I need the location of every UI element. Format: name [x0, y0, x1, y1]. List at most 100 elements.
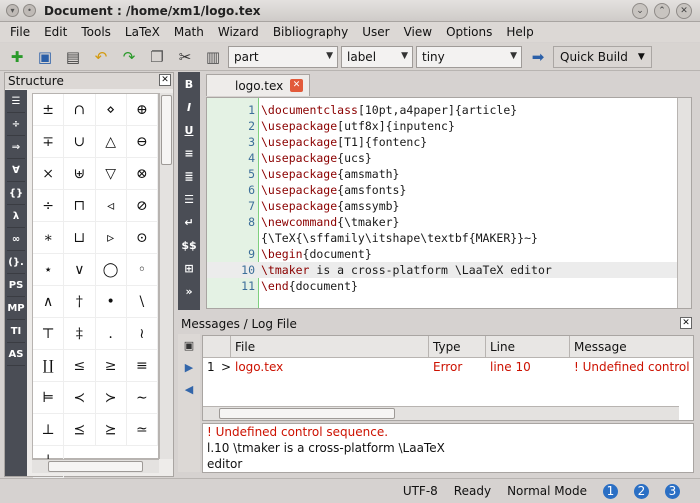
symbol-cell[interactable]: ◃ — [95, 190, 127, 222]
symbol-hscrollbar[interactable] — [32, 459, 159, 473]
symbol-cell[interactable]: • — [95, 286, 127, 318]
close-icon[interactable]: ✕ — [159, 74, 171, 86]
sectioning-combo[interactable]: part ▼ — [228, 45, 338, 68]
table-hscrollbar[interactable] — [203, 406, 679, 420]
symbol-cell[interactable]: ÷ — [33, 190, 65, 222]
code-line[interactable]: 7 \usepackage{amssymb} — [207, 198, 691, 214]
symbol-cell[interactable]: ⪯ — [64, 414, 96, 446]
code-line[interactable]: 8 \newcommand{\tmaker} — [207, 214, 691, 230]
run-arrow-icon[interactable]: ➡ — [525, 45, 551, 69]
log-view-icon[interactable]: ▣ — [178, 334, 200, 356]
symbol-cell[interactable]: ≀ — [126, 318, 158, 350]
code-line[interactable]: 4 \usepackage{ucs} — [207, 150, 691, 166]
code-line[interactable]: 3 \usepackage[T1]{fontenc} — [207, 134, 691, 150]
reference-combo[interactable]: label ▼ — [341, 45, 413, 68]
math-mode-button[interactable]: $$ — [180, 234, 198, 256]
symbol-cell[interactable]: △ — [95, 126, 127, 158]
symbol-cell[interactable]: ∩ — [64, 94, 96, 126]
code-line[interactable]: 11 \end{document} — [207, 278, 691, 294]
previous-error-icon[interactable]: ◀ — [178, 378, 200, 400]
cut-icon[interactable]: ✂ — [172, 45, 198, 69]
matrix-icon[interactable]: ⊞ — [180, 257, 198, 279]
menu-tools[interactable]: Tools — [81, 25, 111, 39]
code-line[interactable]: 5 \usepackage{amsmath} — [207, 166, 691, 182]
close-tab-icon[interactable]: ✕ — [290, 79, 303, 92]
log-view[interactable]: ! Undefined control sequence. l.10 \tmak… — [202, 423, 694, 473]
misc-symbols-icon[interactable]: ∀ — [7, 160, 25, 182]
symbol-cell[interactable]: ‡ — [64, 318, 96, 350]
column-header-file[interactable]: File — [231, 336, 429, 358]
symbol-cell[interactable]: ⋄ — [95, 94, 127, 126]
window-menu-icon[interactable]: ▾ — [6, 4, 19, 17]
menu-file[interactable]: File — [10, 25, 30, 39]
symbol-cell[interactable]: ⊥ — [33, 414, 65, 446]
italic-button[interactable]: I — [180, 96, 198, 118]
menu-wizard[interactable]: Wizard — [218, 25, 259, 39]
code-line[interactable]: {\TeX{\sffamily\itshape\textbf{MAKER}}~} — [207, 230, 691, 246]
view-2-button[interactable]: 2 — [634, 483, 649, 499]
symbol-cell[interactable]: ∗ — [33, 222, 65, 254]
symbol-cell[interactable]: ⪰ — [95, 414, 127, 446]
save-icon[interactable]: ▣ — [32, 45, 58, 69]
symbol-cell[interactable]: ⊘ — [126, 190, 158, 222]
menu-latex[interactable]: LaTeX — [125, 25, 160, 39]
maximize-icon[interactable]: ⌃ — [654, 3, 670, 19]
minimize-icon[interactable]: ⌄ — [632, 3, 648, 19]
symbol-cell[interactable]: \ — [126, 286, 158, 318]
menu-bibliography[interactable]: Bibliography — [273, 25, 348, 39]
symbol-cell[interactable]: ≺ — [64, 382, 96, 414]
code-line[interactable]: 10 \tmaker is a cross-platform \LaaTeX ed… — [207, 262, 691, 278]
symbol-cell[interactable]: ∼ — [126, 382, 158, 414]
symbol-cell[interactable]: ≻ — [95, 382, 127, 414]
row-file[interactable]: logo.tex — [231, 358, 429, 376]
arrow-symbols-icon[interactable]: ⇒ — [7, 137, 25, 159]
scrollbar-thumb[interactable] — [161, 95, 172, 165]
column-header-type[interactable]: Type — [429, 336, 486, 358]
symbol-cell[interactable]: ⊓ — [64, 190, 96, 222]
menu-user[interactable]: User — [362, 25, 389, 39]
symbol-cell[interactable]: ± — [33, 94, 65, 126]
symbol-cell[interactable]: . — [95, 318, 127, 350]
brackets-icon[interactable]: (}. — [7, 252, 25, 274]
menu-edit[interactable]: Edit — [44, 25, 67, 39]
close-window-icon[interactable]: ✕ — [676, 3, 692, 19]
code-line[interactable]: 1 \documentclass[10pt,a4paper]{article} — [207, 102, 691, 118]
new-file-icon[interactable]: ✚ — [4, 45, 30, 69]
symbol-cell[interactable]: ∪ — [64, 126, 96, 158]
code-line[interactable]: 9 \begin{document} — [207, 246, 691, 262]
code-line[interactable]: 2 \usepackage[utf8x]{inputenc} — [207, 118, 691, 134]
column-header-line[interactable]: Line — [486, 336, 570, 358]
scrollbar-thumb[interactable] — [219, 408, 395, 419]
symbol-cell[interactable]: ⊕ — [126, 94, 158, 126]
menu-math[interactable]: Math — [174, 25, 204, 39]
pstricks-icon[interactable]: PS — [7, 275, 25, 297]
next-error-icon[interactable]: ▶ — [178, 356, 200, 378]
row-type[interactable]: Error — [429, 358, 486, 376]
menu-help[interactable]: Help — [506, 25, 533, 39]
symbol-cell[interactable]: ▽ — [95, 158, 127, 190]
symbol-cell[interactable]: ◦ — [126, 254, 158, 286]
symbol-cell[interactable]: ≥ — [95, 350, 127, 382]
quick-build-combo[interactable]: Quick Build ▼ — [553, 45, 652, 68]
symbol-cell[interactable]: ⊨ — [33, 382, 65, 414]
delimiters-icon[interactable]: {} — [7, 183, 25, 205]
symbol-cell[interactable]: ⊤ — [33, 318, 65, 350]
symbol-cell[interactable]: ∧ — [33, 286, 65, 318]
asymptote-icon[interactable]: AS — [7, 344, 25, 366]
symbol-cell[interactable]: ⋆ — [33, 254, 65, 286]
symbol-cell[interactable]: ⊔ — [64, 222, 96, 254]
symbol-vscrollbar[interactable] — [159, 93, 173, 459]
bold-button[interactable]: B — [180, 73, 198, 95]
symbol-cell[interactable]: ⊖ — [126, 126, 158, 158]
symbol-cell[interactable]: ▹ — [95, 222, 127, 254]
more-tools-icon[interactable]: » — [180, 280, 198, 302]
symbol-cell[interactable]: ≡ — [126, 350, 158, 382]
view-1-button[interactable]: 1 — [603, 483, 618, 499]
structure-view-icon[interactable]: ☰ — [7, 91, 25, 113]
code-line[interactable]: 6 \usepackage{amsfonts} — [207, 182, 691, 198]
relation-symbols-icon[interactable]: ÷ — [7, 114, 25, 136]
copy-icon[interactable]: ❐ — [144, 45, 170, 69]
close-icon[interactable]: ✕ — [680, 317, 692, 329]
greek-letters-icon[interactable]: λ — [7, 206, 25, 228]
symbol-cell[interactable]: ⊙ — [126, 222, 158, 254]
